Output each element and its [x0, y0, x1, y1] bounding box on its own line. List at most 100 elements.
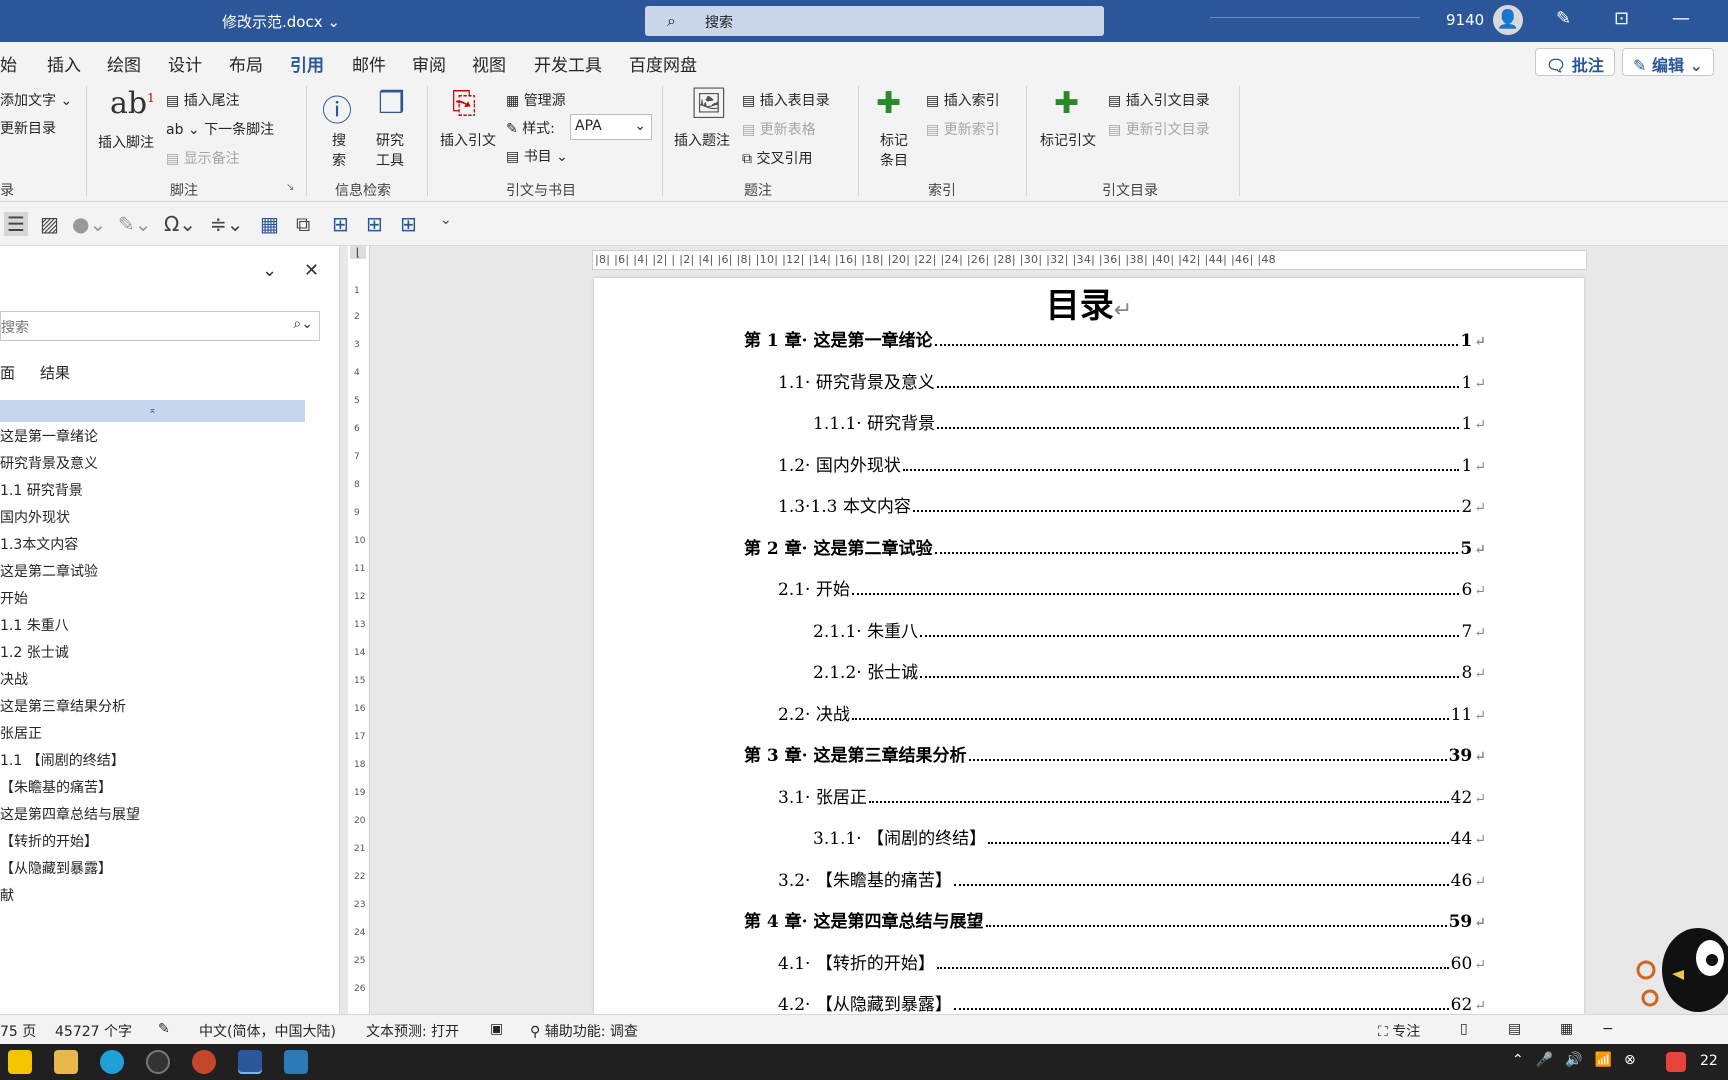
insert-endnote-button[interactable]: ▤ 插入尾注: [166, 90, 240, 110]
update-toa-button[interactable]: ▤ 更新引文目录: [1108, 119, 1210, 139]
word-icon[interactable]: [238, 1050, 262, 1074]
mark-citation-button[interactable]: 标记引文: [1040, 130, 1096, 150]
chart-icon[interactable]: ▦: [260, 212, 279, 236]
tab-insert[interactable]: 插入: [47, 51, 81, 76]
toc-entry[interactable]: 1.3·1.3 本文内容 2 ↵: [778, 492, 1486, 517]
powerpoint-icon[interactable]: [192, 1050, 216, 1074]
print-layout-icon[interactable]: ▤: [1508, 1021, 1521, 1037]
text-prediction-status[interactable]: 文本预测: 打开: [366, 1021, 459, 1041]
toc-entry[interactable]: 3.2· 【朱瞻基的痛苦】 46 ↵: [778, 866, 1486, 891]
dialog-launcher-icon[interactable]: ↘: [286, 182, 294, 193]
next-footnote-button[interactable]: ab ⌄ 下一条脚注: [166, 119, 274, 139]
update-toc-button[interactable]: 更新目录: [0, 118, 56, 138]
toc-entry[interactable]: 1.1.1· 研究背景 1 ↵: [813, 409, 1486, 434]
org-chart-icon-3[interactable]: ⊞: [400, 212, 417, 236]
shape-icon[interactable]: ●⌄: [72, 212, 106, 236]
nav-item[interactable]: 这是第一章绪论: [0, 426, 98, 446]
nav-item[interactable]: 开始: [0, 588, 28, 608]
org-chart-icon[interactable]: ⊞: [332, 212, 349, 236]
nav-item[interactable]: 这是第二章试验: [0, 561, 98, 581]
nav-item[interactable]: 决战: [0, 669, 28, 689]
search-box[interactable]: ⌕ 搜索: [645, 6, 1104, 36]
insert-citation-button[interactable]: 插入引文: [440, 130, 496, 150]
show-notes-button[interactable]: ▤ 显示备注: [166, 148, 240, 168]
insert-caption-button[interactable]: 插入题注: [674, 130, 730, 150]
toc-entry[interactable]: 1.2· 国内外现状 1 ↵: [778, 451, 1486, 476]
toc-entry[interactable]: 4.2· 【从隐藏到暴露】 62 ↵: [778, 990, 1486, 1014]
nav-search-input[interactable]: 搜索 ⌕⌄: [0, 311, 320, 341]
nav-item[interactable]: 1.2 张士诚: [0, 642, 69, 662]
format-icon[interactable]: ✎⌄: [118, 212, 152, 236]
copy-icon[interactable]: ⧉: [296, 212, 310, 236]
research-tool-button[interactable]: 研究 工具: [376, 130, 404, 170]
ime-icon[interactable]: [1666, 1052, 1686, 1072]
read-mode-icon[interactable]: ▯: [1460, 1021, 1468, 1037]
tab-home[interactable]: 始: [0, 51, 17, 76]
tab-view[interactable]: 视图: [472, 51, 506, 76]
insert-table-of-figures-button[interactable]: ▤ 插入表目录: [742, 90, 830, 110]
tray-icons[interactable]: ⌃🎤🔊📶⊗: [1512, 1052, 1648, 1068]
vertical-ruler[interactable]: ⌊ 1 2 3 4 5 6 7 8 9 10 11 12 13 14 15 16…: [348, 246, 370, 1014]
align-icon[interactable]: ☰: [4, 212, 28, 236]
nav-item[interactable]: 国内外现状: [0, 507, 70, 527]
nav-item[interactable]: 这是第四章总结与展望: [0, 804, 140, 824]
tab-developer[interactable]: 开发工具: [534, 51, 602, 76]
tab-draw[interactable]: 绘图: [107, 51, 141, 76]
manage-sources-button[interactable]: ▦ 管理源: [506, 90, 566, 110]
tab-baidu-netdisk[interactable]: 百度网盘: [629, 51, 697, 76]
toc-entry[interactable]: 第 4 章· 这是第四章总结与展望 59 ↵: [744, 907, 1486, 932]
customize-toolbar-icon[interactable]: ⌄: [440, 212, 452, 228]
file-explorer-icon[interactable]: [54, 1050, 78, 1074]
update-table-button[interactable]: ▤ 更新表格: [742, 119, 816, 139]
pen-icon[interactable]: ✎: [1556, 8, 1571, 29]
nav-item[interactable]: 张居正: [0, 723, 42, 743]
symbol-icon[interactable]: Ω⌄: [164, 212, 196, 236]
cross-reference-button[interactable]: ⧉ 交叉引用: [742, 148, 812, 168]
toc-entry[interactable]: 3.1.1· 【闹剧的终结】 44 ↵: [813, 824, 1486, 849]
toc-entry[interactable]: 1.1· 研究背景及意义 1 ↵: [778, 368, 1486, 393]
toc-entry[interactable]: 第 1 章· 这是第一章绪论 1 ↵: [744, 326, 1486, 351]
zoom-out-icon[interactable]: −: [1602, 1021, 1614, 1037]
page-count[interactable]: 75 页: [0, 1021, 36, 1041]
nav-item[interactable]: 1.1 研究背景: [0, 480, 83, 500]
nav-tab-pages[interactable]: 面: [0, 362, 15, 383]
tab-design[interactable]: 设计: [168, 51, 202, 76]
nav-item[interactable]: 这是第三章结果分析: [0, 696, 126, 716]
minimize-icon[interactable]: —: [1672, 8, 1690, 29]
horizontal-ruler[interactable]: |8| |6| |4| |2| | |2| |4| |6| |8| |10| |…: [592, 250, 1587, 270]
collapse-all-bar[interactable]: ⌅: [0, 400, 305, 422]
search-icon[interactable]: ⌕⌄: [293, 316, 313, 332]
toc-entry[interactable]: 2.2· 决战 11 ↵: [778, 700, 1486, 725]
nav-item[interactable]: 1.1 朱重八: [0, 615, 69, 635]
nav-item[interactable]: 【从隐藏到暴露】: [0, 858, 112, 878]
search-button[interactable]: 搜 索: [332, 130, 346, 170]
close-icon[interactable]: ✕: [304, 260, 319, 281]
tab-mailings[interactable]: 邮件: [352, 51, 386, 76]
tab-layout[interactable]: 布局: [229, 51, 263, 76]
insert-toa-button[interactable]: ▤ 插入引文目录: [1108, 90, 1210, 110]
app-icon[interactable]: [8, 1050, 32, 1074]
edit-button[interactable]: ✎ 编辑 ⌄: [1622, 48, 1714, 76]
toc-entry[interactable]: 第 2 章· 这是第二章试验 5 ↵: [744, 534, 1486, 559]
toc-entry[interactable]: 第 3 章· 这是第三章结果分析 39 ↵: [744, 741, 1486, 766]
nav-item[interactable]: 1.3本文内容: [0, 534, 78, 554]
nav-item[interactable]: 1.1 【闹剧的终结】: [0, 750, 125, 770]
bibliography-button[interactable]: ▤ 书目 ⌄: [506, 146, 568, 166]
org-chart-icon-2[interactable]: ⊞: [366, 212, 383, 236]
update-index-button[interactable]: ▤ 更新索引: [926, 119, 1000, 139]
comment-button[interactable]: 🗨 批注: [1535, 48, 1615, 76]
web-layout-icon[interactable]: ▦: [1560, 1021, 1573, 1037]
accessibility-status[interactable]: ⚲ 辅助功能: 调查: [530, 1021, 638, 1041]
toc-entry[interactable]: 2.1.1· 朱重八 7 ↵: [813, 617, 1486, 642]
nav-item[interactable]: 【朱瞻基的痛苦】: [0, 777, 112, 797]
nav-item[interactable]: 献: [0, 885, 14, 905]
focus-button[interactable]: ⛶ 专注: [1378, 1021, 1420, 1041]
break-icon[interactable]: ≑⌄: [210, 212, 244, 236]
word-count[interactable]: 45727 个字: [55, 1021, 132, 1041]
proofing-icon[interactable]: ✎: [158, 1021, 170, 1037]
tab-selector-icon[interactable]: ⌊: [350, 246, 366, 259]
macro-icon[interactable]: ▣: [490, 1021, 503, 1037]
chevron-down-icon[interactable]: ⌄: [262, 260, 277, 281]
toc-entry[interactable]: 3.1· 张居正 42 ↵: [778, 783, 1486, 808]
toc-entry[interactable]: 2.1.2· 张士诚 8 ↵: [813, 658, 1486, 683]
